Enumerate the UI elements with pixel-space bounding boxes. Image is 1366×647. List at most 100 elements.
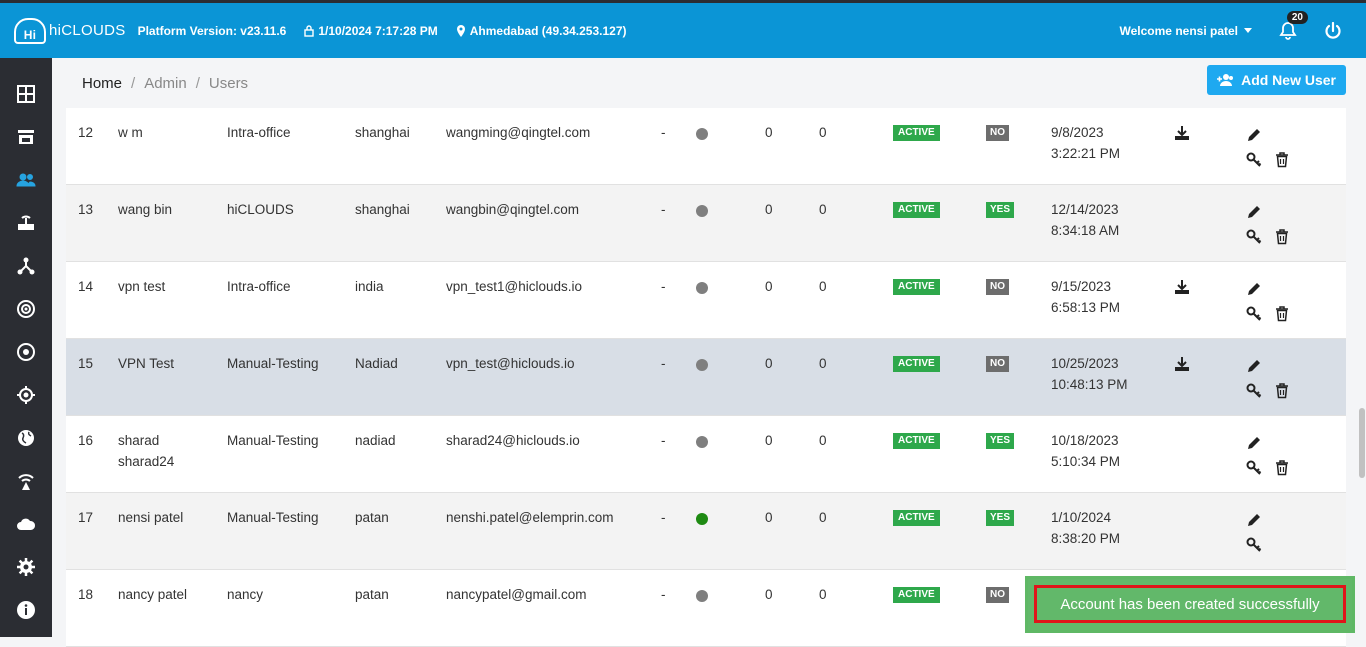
count-2: 0 xyxy=(819,202,827,217)
user-placeholder: - xyxy=(661,279,666,294)
user-email: vpn_test@hiclouds.io xyxy=(446,356,575,371)
key-icon[interactable] xyxy=(1246,537,1262,553)
sidebar-item-network[interactable] xyxy=(0,244,52,287)
online-status-dot xyxy=(696,590,708,602)
add-new-user-button[interactable]: Add New User xyxy=(1207,65,1346,95)
delete-icon[interactable] xyxy=(1274,152,1290,168)
table-row[interactable]: 16 sharad sharad24 Manual-Testing nadiad… xyxy=(66,416,1346,493)
users-table: 12 w m Intra-office shanghai wangming@qi… xyxy=(66,108,1346,647)
key-icon[interactable] xyxy=(1246,229,1262,245)
sidebar-item-info[interactable] xyxy=(0,588,52,631)
breadcrumb-home[interactable]: Home xyxy=(82,75,122,92)
sidebar-item-dashboard[interactable] xyxy=(0,72,52,115)
edit-icon[interactable] xyxy=(1246,512,1262,528)
sidebar-item-store[interactable] xyxy=(0,115,52,158)
delete-icon[interactable] xyxy=(1274,306,1290,322)
power-icon xyxy=(1325,21,1341,39)
download-icon[interactable] xyxy=(1174,279,1190,295)
edit-icon[interactable] xyxy=(1246,281,1262,297)
created-date: 12/14/2023 8:34:18 AM xyxy=(1051,202,1120,238)
user-name: nancy patel xyxy=(118,587,188,602)
sidebar-item-radar[interactable] xyxy=(0,287,52,330)
status-badge: ACTIVE xyxy=(893,433,940,449)
page-scrollbar[interactable] xyxy=(1358,58,1366,637)
notifications-button[interactable]: 20 xyxy=(1276,10,1308,43)
user-location: nadiad xyxy=(355,433,396,448)
delete-icon[interactable] xyxy=(1274,460,1290,476)
download-icon[interactable] xyxy=(1174,125,1190,141)
user-email: vpn_test1@hiclouds.io xyxy=(446,279,583,294)
key-icon[interactable] xyxy=(1246,152,1262,168)
download-icon[interactable] xyxy=(1174,356,1190,372)
users-icon xyxy=(16,173,36,186)
network-icon xyxy=(17,257,35,274)
hiclouds-logo[interactable]: Hi hiCLOUDS xyxy=(14,17,126,44)
created-date: 1/10/2024 8:38:20 PM xyxy=(1051,510,1121,546)
table-row[interactable]: 15 VPN Test Manual-Testing Nadiad vpn_te… xyxy=(66,339,1346,416)
status-badge: ACTIVE xyxy=(893,510,940,526)
top-bar: Hi hiCLOUDS Platform Version: v23.11.6 1… xyxy=(0,0,1366,58)
created-date: 9/15/2023 6:58:13 PM xyxy=(1051,279,1121,315)
user-email: sharad24@hiclouds.io xyxy=(446,433,580,448)
edit-icon[interactable] xyxy=(1246,358,1262,374)
success-toast: Account has been created successfully xyxy=(1025,576,1355,633)
status-badge: ACTIVE xyxy=(893,587,940,603)
sidebar-item-cloud[interactable] xyxy=(0,502,52,545)
breadcrumb-users: Users xyxy=(208,74,249,92)
store-icon xyxy=(18,129,34,144)
table-row[interactable]: 12 w m Intra-office shanghai wangming@qi… xyxy=(66,108,1346,185)
vpn-badge: YES xyxy=(986,433,1015,449)
key-icon[interactable] xyxy=(1246,306,1262,322)
sidebar-item-wireless[interactable] xyxy=(0,459,52,502)
edit-icon[interactable] xyxy=(1246,435,1262,451)
scroll-thumb[interactable] xyxy=(1359,408,1365,478)
router-icon xyxy=(18,215,34,230)
user-id: 14 xyxy=(78,279,94,294)
vpn-badge: NO xyxy=(986,279,1009,295)
target-icon xyxy=(17,342,35,361)
edit-icon[interactable] xyxy=(1246,204,1262,220)
user-name: w m xyxy=(118,125,143,140)
breadcrumb-admin[interactable]: Admin xyxy=(144,75,187,92)
key-icon[interactable] xyxy=(1246,460,1262,476)
user-menu[interactable]: Welcome nensi patel xyxy=(1120,24,1252,38)
table-row[interactable]: 13 wang bin hiCLOUDS shanghai wangbin@qi… xyxy=(66,185,1346,262)
radar-icon xyxy=(17,299,35,318)
grid-icon xyxy=(17,84,35,103)
cloud-icon xyxy=(17,518,36,530)
user-group: nancy xyxy=(227,587,264,602)
table-row[interactable]: 17 nensi patel Manual-Testing patan nens… xyxy=(66,493,1346,570)
logout-button[interactable] xyxy=(1322,20,1344,42)
count-1: 0 xyxy=(765,510,773,525)
sidebar-item-target[interactable] xyxy=(0,330,52,373)
user-group: Manual-Testing xyxy=(227,356,319,371)
sidebar-item-globe[interactable] xyxy=(0,416,52,459)
online-status-dot xyxy=(696,436,708,448)
sidebar-item-router[interactable] xyxy=(0,201,52,244)
count-2: 0 xyxy=(819,510,827,525)
online-status-dot xyxy=(696,513,708,525)
user-id: 17 xyxy=(78,510,94,525)
sidebar-item-settings[interactable] xyxy=(0,545,52,588)
sidebar xyxy=(0,58,52,637)
count-2: 0 xyxy=(819,433,827,448)
user-email: wangming@qingtel.com xyxy=(446,125,591,140)
key-icon[interactable] xyxy=(1246,383,1262,399)
sidebar-item-location[interactable] xyxy=(0,373,52,416)
count-1: 0 xyxy=(765,279,773,294)
toast-message: Account has been created successfully xyxy=(1034,585,1346,623)
edit-icon[interactable] xyxy=(1246,127,1262,143)
user-email: wangbin@qingtel.com xyxy=(446,202,580,217)
status-badge: ACTIVE xyxy=(893,356,940,372)
delete-icon[interactable] xyxy=(1274,383,1290,399)
user-name: vpn test xyxy=(118,279,166,294)
delete-icon[interactable] xyxy=(1274,229,1290,245)
cloud-logo-icon: Hi xyxy=(14,17,46,44)
user-id: 12 xyxy=(78,125,94,140)
count-1: 0 xyxy=(765,356,773,371)
bell-icon xyxy=(1279,21,1297,40)
table-row[interactable]: 14 vpn test Intra-office india vpn_test1… xyxy=(66,262,1346,339)
sidebar-item-users[interactable] xyxy=(0,158,52,201)
info-icon xyxy=(17,600,35,619)
user-id: 13 xyxy=(78,202,94,217)
